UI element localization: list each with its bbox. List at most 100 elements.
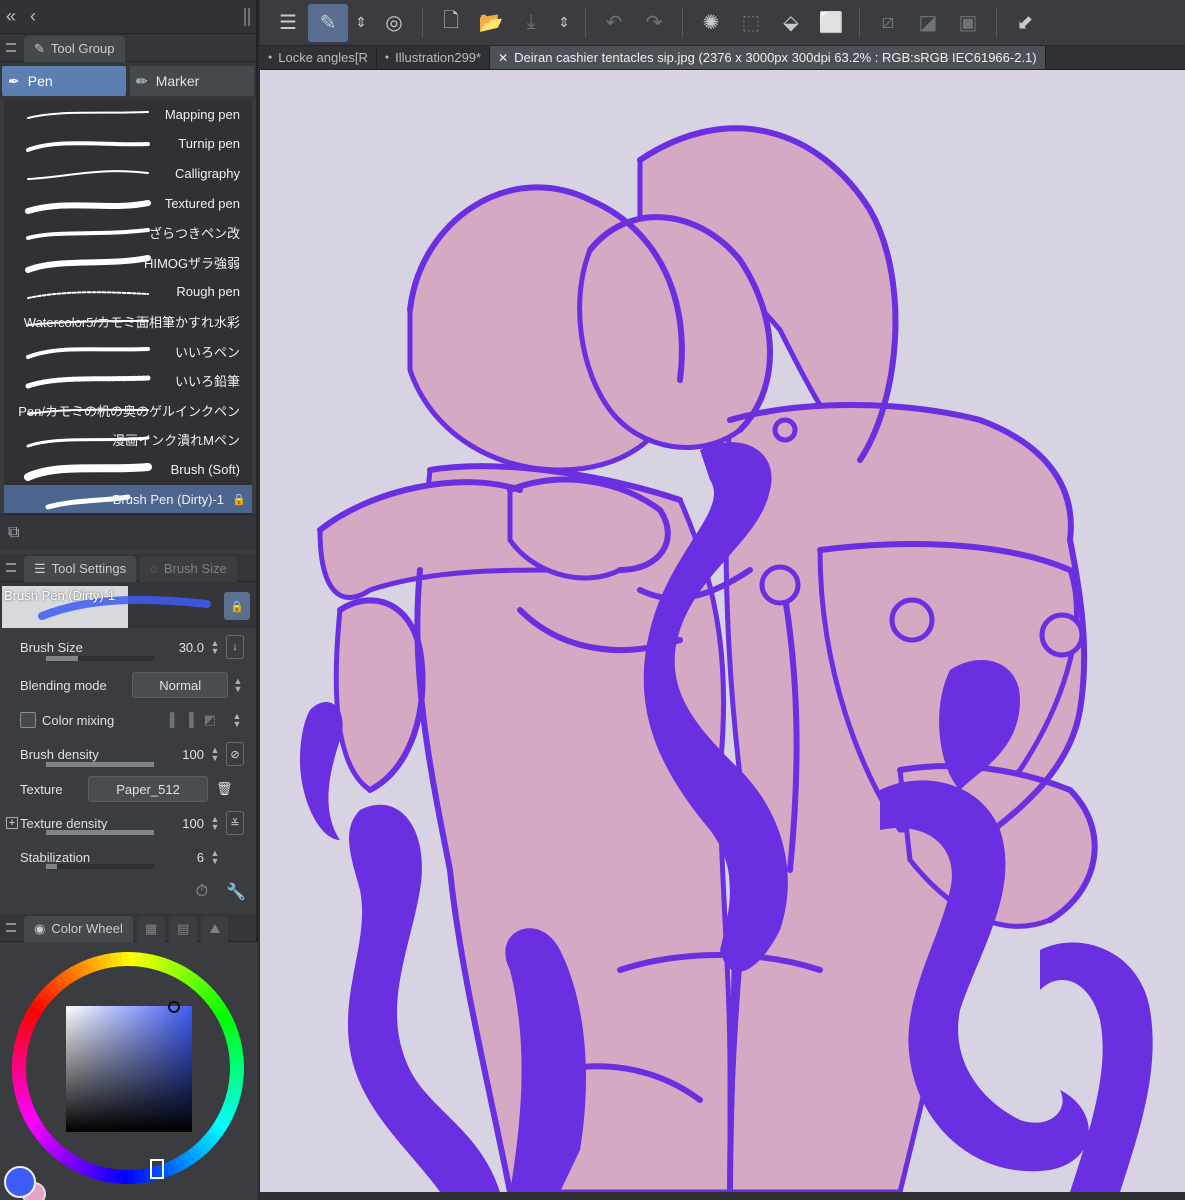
- document-tab[interactable]: ✕ Deiran cashier tentacles sip.jpg (2376 …: [490, 46, 1046, 69]
- brush-size-menu-icon[interactable]: ↓: [226, 635, 244, 660]
- brush-item[interactable]: Mapping pen: [4, 100, 252, 130]
- unsaved-dot-icon[interactable]: ●: [268, 54, 272, 61]
- hamburger-menu-icon[interactable]: ☰: [268, 4, 308, 42]
- brush-density-row: Brush density 100 ▲ ▼ ⊘: [0, 736, 256, 772]
- brush-size-slider[interactable]: [46, 656, 154, 662]
- brush-item[interactable]: Turnip pen: [4, 129, 252, 160]
- brush-size-spinner[interactable]: ▲ ▼: [208, 639, 222, 656]
- artwork-illustration[interactable]: [260, 70, 1185, 1192]
- tab-brush-size[interactable]: ◌ Brush Size: [140, 555, 237, 582]
- brush-item[interactable]: Textured pen: [4, 188, 252, 219]
- brush-density-menu-icon[interactable]: ⊘: [226, 742, 244, 767]
- texture-value: Paper_512: [116, 781, 180, 797]
- brush-tool-icon: ✎: [34, 40, 45, 56]
- texture-density-menu-icon[interactable]: ≚: [226, 811, 244, 836]
- panel-menu-icon[interactable]: [6, 923, 16, 933]
- subtab-marker-label: Marker: [155, 73, 200, 89]
- chevron-updown-icon[interactable]: ⇕: [348, 4, 374, 42]
- wrench-icon[interactable]: 🔧: [226, 882, 246, 902]
- subtab-pen[interactable]: ✒ Pen: [2, 66, 126, 96]
- stabilization-row: Stabilization 6 ▲ ▼: [0, 840, 256, 874]
- color-mixing-label: Color mixing: [42, 712, 115, 728]
- document-tab[interactable]: ● Locke angles[R: [260, 46, 377, 69]
- show-selection-icon[interactable]: ▣: [948, 4, 988, 42]
- chevron-updown-icon[interactable]: ⇕: [551, 4, 577, 42]
- redo-icon[interactable]: ↷: [634, 4, 674, 42]
- color-history-icon: ▤: [177, 920, 190, 936]
- deselect-icon[interactable]: ⧄: [868, 4, 908, 42]
- document-tab[interactable]: ● Illustration299*: [377, 46, 491, 69]
- brush-size-icon: ◌: [150, 561, 158, 577]
- tool-settings-header: ☰ Tool Settings ◌ Brush Size: [0, 554, 256, 583]
- close-icon[interactable]: ✕: [498, 51, 508, 65]
- brush-item[interactable]: Rough pen: [4, 277, 252, 308]
- chevron-left-icon[interactable]: ‹: [30, 6, 36, 27]
- brush-item[interactable]: Watercolor5/カモミ面相筆かすれ水彩: [4, 307, 252, 337]
- drawing-canvas[interactable]: [260, 70, 1185, 1192]
- brush-item[interactable]: Pen/カモミの机の奥のゲルインクペン: [4, 395, 252, 426]
- arrow-corner-icon[interactable]: ⬋: [1005, 4, 1045, 42]
- texture-density-value[interactable]: 100: [182, 816, 204, 831]
- panel-grip-icon[interactable]: [244, 7, 250, 26]
- stabilization-value[interactable]: 6: [197, 850, 204, 865]
- brush-item-label: Turnip pen: [178, 136, 240, 152]
- copy-brush-icon[interactable]: ⧉: [8, 524, 19, 542]
- mixing-mode-icons[interactable]: ▐▐◩: [165, 712, 226, 728]
- collapse-icon[interactable]: «: [6, 6, 16, 27]
- brush-density-slider[interactable]: [46, 762, 154, 768]
- brush-stroke-preview: [25, 199, 151, 214]
- stabilization-spinner[interactable]: ▲ ▼: [208, 849, 222, 866]
- brush-stroke-preview: [27, 111, 149, 119]
- tab-color-history[interactable]: ▤: [169, 915, 198, 942]
- stopwatch-icon[interactable]: ⏱: [196, 883, 208, 901]
- loading-icon[interactable]: ✺: [691, 4, 731, 42]
- open-folder-icon[interactable]: 📂: [471, 4, 511, 42]
- blending-mode-spinner[interactable]: ▲ ▼: [232, 677, 244, 694]
- brush-item-label: いいろ鉛筆: [174, 374, 240, 390]
- brush-item[interactable]: Calligraphy: [4, 159, 252, 189]
- trash-icon[interactable]: 🗑: [216, 781, 233, 797]
- blending-mode-select[interactable]: Normal: [132, 672, 228, 699]
- texture-density-spinner[interactable]: ▲ ▼: [208, 815, 222, 832]
- color-wheel[interactable]: [0, 942, 258, 1200]
- brush-item[interactable]: HIMOGザラ強弱: [4, 247, 252, 278]
- panel-menu-icon[interactable]: [6, 43, 16, 52]
- tab-tool-group[interactable]: ✎ Tool Group: [24, 35, 125, 62]
- brush-settings-icon[interactable]: ✎: [308, 3, 348, 42]
- tab-tool-settings[interactable]: ☰ Tool Settings: [24, 555, 137, 582]
- brush-item[interactable]: いいろ鉛筆: [4, 366, 252, 396]
- stabilization-slider[interactable]: [46, 864, 154, 870]
- tab-color-slider[interactable]: ⛰: [201, 915, 229, 942]
- app-window: « ‹ ✎ Tool Group ✒ Pen ✏ Marker Mapping …: [0, 0, 1185, 1200]
- unsaved-dot-icon[interactable]: ●: [385, 54, 389, 61]
- tab-color-wheel[interactable]: ◉ Color Wheel: [24, 915, 133, 942]
- lock-icon[interactable]: 🔒: [232, 493, 246, 506]
- color-mixing-checkbox[interactable]: [20, 712, 36, 729]
- texture-density-slider[interactable]: [46, 830, 154, 836]
- tab-color-set[interactable]: ▦: [136, 915, 166, 942]
- brush-item-label: Brush Pen (Dirty)-1: [112, 491, 224, 507]
- new-file-icon[interactable]: 🗋: [431, 4, 471, 42]
- mixing-mode-spinner[interactable]: ▲ ▼: [230, 712, 244, 729]
- brush-item[interactable]: Brush Pen (Dirty)-1 🔒: [4, 484, 252, 515]
- save-icon[interactable]: ⤓: [511, 4, 551, 42]
- fill-icon[interactable]: ⬙: [771, 4, 811, 42]
- transform-icon[interactable]: ⬜: [811, 4, 851, 42]
- lock-icon[interactable]: 🔒: [224, 592, 250, 621]
- invert-selection-icon[interactable]: ◪: [908, 4, 948, 42]
- brush-density-spinner[interactable]: ▲ ▼: [208, 746, 222, 763]
- brush-size-value[interactable]: 30.0: [179, 640, 204, 655]
- app-logo-icon[interactable]: ◎: [374, 4, 414, 42]
- brush-item[interactable]: Brush (Soft): [4, 455, 252, 485]
- brush-item[interactable]: 漫画インク潰れMペン: [4, 425, 252, 456]
- selection-icon[interactable]: ⬚: [731, 4, 771, 42]
- panel-menu-icon[interactable]: [6, 563, 16, 573]
- undo-icon[interactable]: ↶: [594, 4, 634, 42]
- brush-item[interactable]: いいろペン: [4, 336, 252, 367]
- brush-item[interactable]: ざらつきペン改: [4, 218, 252, 248]
- texture-select[interactable]: Paper_512: [88, 776, 208, 803]
- expand-icon[interactable]: +: [6, 817, 18, 830]
- subtab-marker[interactable]: ✏ Marker: [130, 66, 254, 96]
- brush-density-value[interactable]: 100: [182, 747, 204, 762]
- brush-list: Mapping pen Turnip pen Calligraphy Textured…: [0, 100, 256, 515]
